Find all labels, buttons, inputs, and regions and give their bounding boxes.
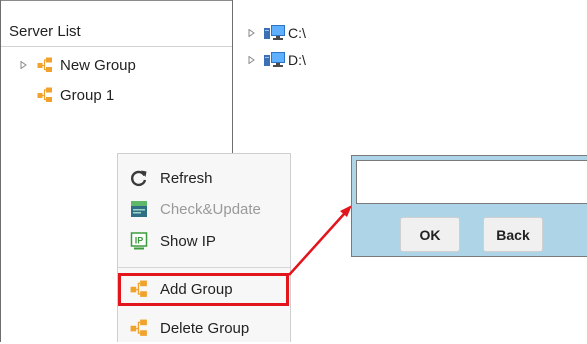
back-button[interactable]: Back (483, 217, 543, 252)
ok-button[interactable]: OK (400, 217, 460, 252)
group-name-input[interactable] (356, 160, 587, 204)
